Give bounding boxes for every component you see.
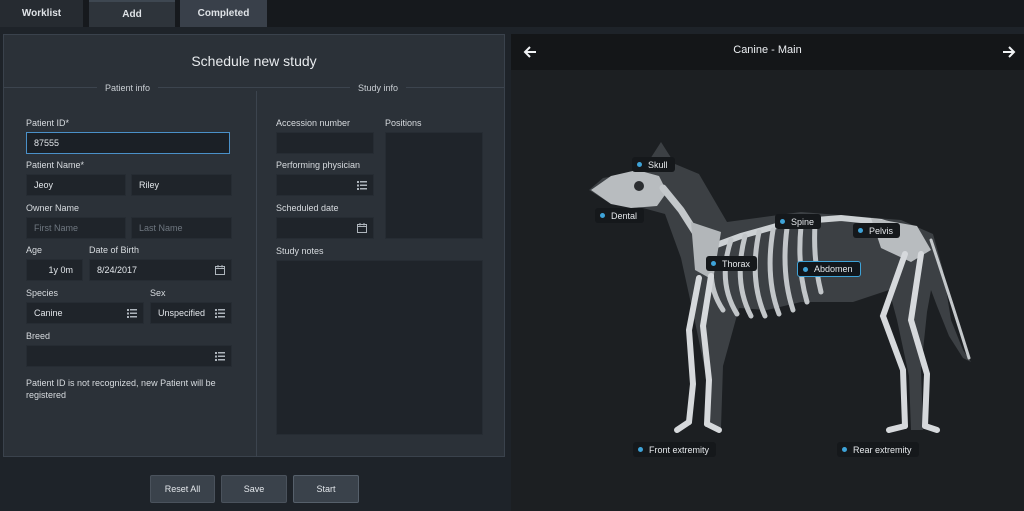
- patient-id-input[interactable]: [34, 133, 229, 153]
- breed-label: Breed: [26, 331, 51, 341]
- section-divider: [4, 87, 504, 88]
- patient-id-label: Patient ID*: [26, 118, 70, 128]
- physician-label: Performing physician: [276, 160, 361, 170]
- physician-select[interactable]: [276, 174, 374, 196]
- tab-worklist[interactable]: Worklist: [0, 0, 83, 27]
- list-icon[interactable]: [127, 308, 137, 318]
- dob-label: Date of Birth: [89, 245, 140, 255]
- dob-field[interactable]: 8/24/2017: [89, 259, 232, 281]
- patient-name-label: Patient Name*: [26, 160, 85, 170]
- region-dental[interactable]: Dental: [595, 208, 645, 223]
- tab-add[interactable]: Add: [89, 0, 175, 27]
- region-thorax[interactable]: Thorax: [706, 256, 758, 271]
- patient-id-field[interactable]: [26, 132, 230, 154]
- study-info-heading: Study info: [350, 83, 407, 93]
- anatomy-viewer: Canine - Main Skull Dental Spine Pelvis …: [511, 34, 1024, 511]
- calendar-icon[interactable]: [215, 265, 225, 275]
- region-front-extremity[interactable]: Front extremity: [633, 442, 717, 457]
- patient-last-name-field[interactable]: [131, 174, 232, 196]
- breed-select[interactable]: [26, 345, 232, 367]
- list-icon[interactable]: [357, 180, 367, 190]
- column-divider: [256, 91, 257, 457]
- list-icon[interactable]: [215, 351, 225, 361]
- owner-last-name-input[interactable]: [139, 218, 231, 238]
- study-notes-textarea[interactable]: [276, 260, 483, 435]
- patient-first-name-field[interactable]: [26, 174, 126, 196]
- arrow-right-icon[interactable]: [1001, 44, 1017, 60]
- dob-value: 8/24/2017: [97, 265, 138, 275]
- region-abdomen[interactable]: Abdomen: [797, 261, 861, 277]
- accession-field[interactable]: [276, 132, 374, 154]
- accession-label: Accession number: [276, 118, 351, 128]
- schedule-form-panel: Schedule new study Patient info Study in…: [3, 34, 505, 457]
- scheduled-date-label: Scheduled date: [276, 203, 339, 213]
- age-label: Age: [26, 245, 43, 255]
- owner-last-name-field[interactable]: [131, 217, 232, 239]
- age-value: 1y 0m: [48, 265, 73, 275]
- species-label: Species: [26, 288, 59, 298]
- species-value: Canine: [34, 308, 63, 318]
- owner-first-name-input[interactable]: [34, 218, 125, 238]
- dog-skeleton-illustration: [589, 142, 971, 433]
- tab-completed[interactable]: Completed: [180, 0, 267, 27]
- viewer-title: Canine - Main: [733, 44, 802, 56]
- owner-first-name-field[interactable]: [26, 217, 126, 239]
- list-icon[interactable]: [215, 308, 225, 318]
- tab-bar: Worklist Add Completed: [0, 0, 1024, 27]
- sex-label: Sex: [150, 288, 166, 298]
- accession-input[interactable]: [284, 133, 373, 153]
- new-patient-notice: Patient ID is not recognized, new Patien…: [26, 378, 216, 400]
- study-notes-label: Study notes: [276, 246, 324, 256]
- patient-first-name-input[interactable]: [34, 175, 125, 195]
- sex-value: Unspecified: [158, 308, 206, 318]
- app-window: Worklist Add Completed Schedule new stud…: [0, 0, 1024, 511]
- species-select[interactable]: Canine: [26, 302, 144, 324]
- owner-name-label: Owner Name: [26, 203, 80, 213]
- region-skull[interactable]: Skull: [632, 157, 675, 172]
- region-rear-extremity[interactable]: Rear extremity: [837, 442, 919, 457]
- positions-list[interactable]: [385, 132, 483, 239]
- patient-info-heading: Patient info: [97, 83, 159, 93]
- patient-last-name-input[interactable]: [139, 175, 231, 195]
- form-title: Schedule new study: [191, 53, 317, 69]
- viewer-header: Canine - Main: [511, 34, 1024, 70]
- region-spine[interactable]: Spine: [775, 214, 822, 229]
- sex-select[interactable]: Unspecified: [150, 302, 232, 324]
- calendar-icon[interactable]: [357, 223, 367, 233]
- start-button[interactable]: Start: [293, 475, 359, 503]
- save-button[interactable]: Save: [221, 475, 287, 503]
- positions-label: Positions: [385, 118, 422, 128]
- age-field[interactable]: 1y 0m: [26, 259, 83, 281]
- region-pelvis[interactable]: Pelvis: [853, 223, 901, 238]
- scheduled-date-field[interactable]: [276, 217, 374, 239]
- reset-all-button[interactable]: Reset All: [150, 475, 215, 503]
